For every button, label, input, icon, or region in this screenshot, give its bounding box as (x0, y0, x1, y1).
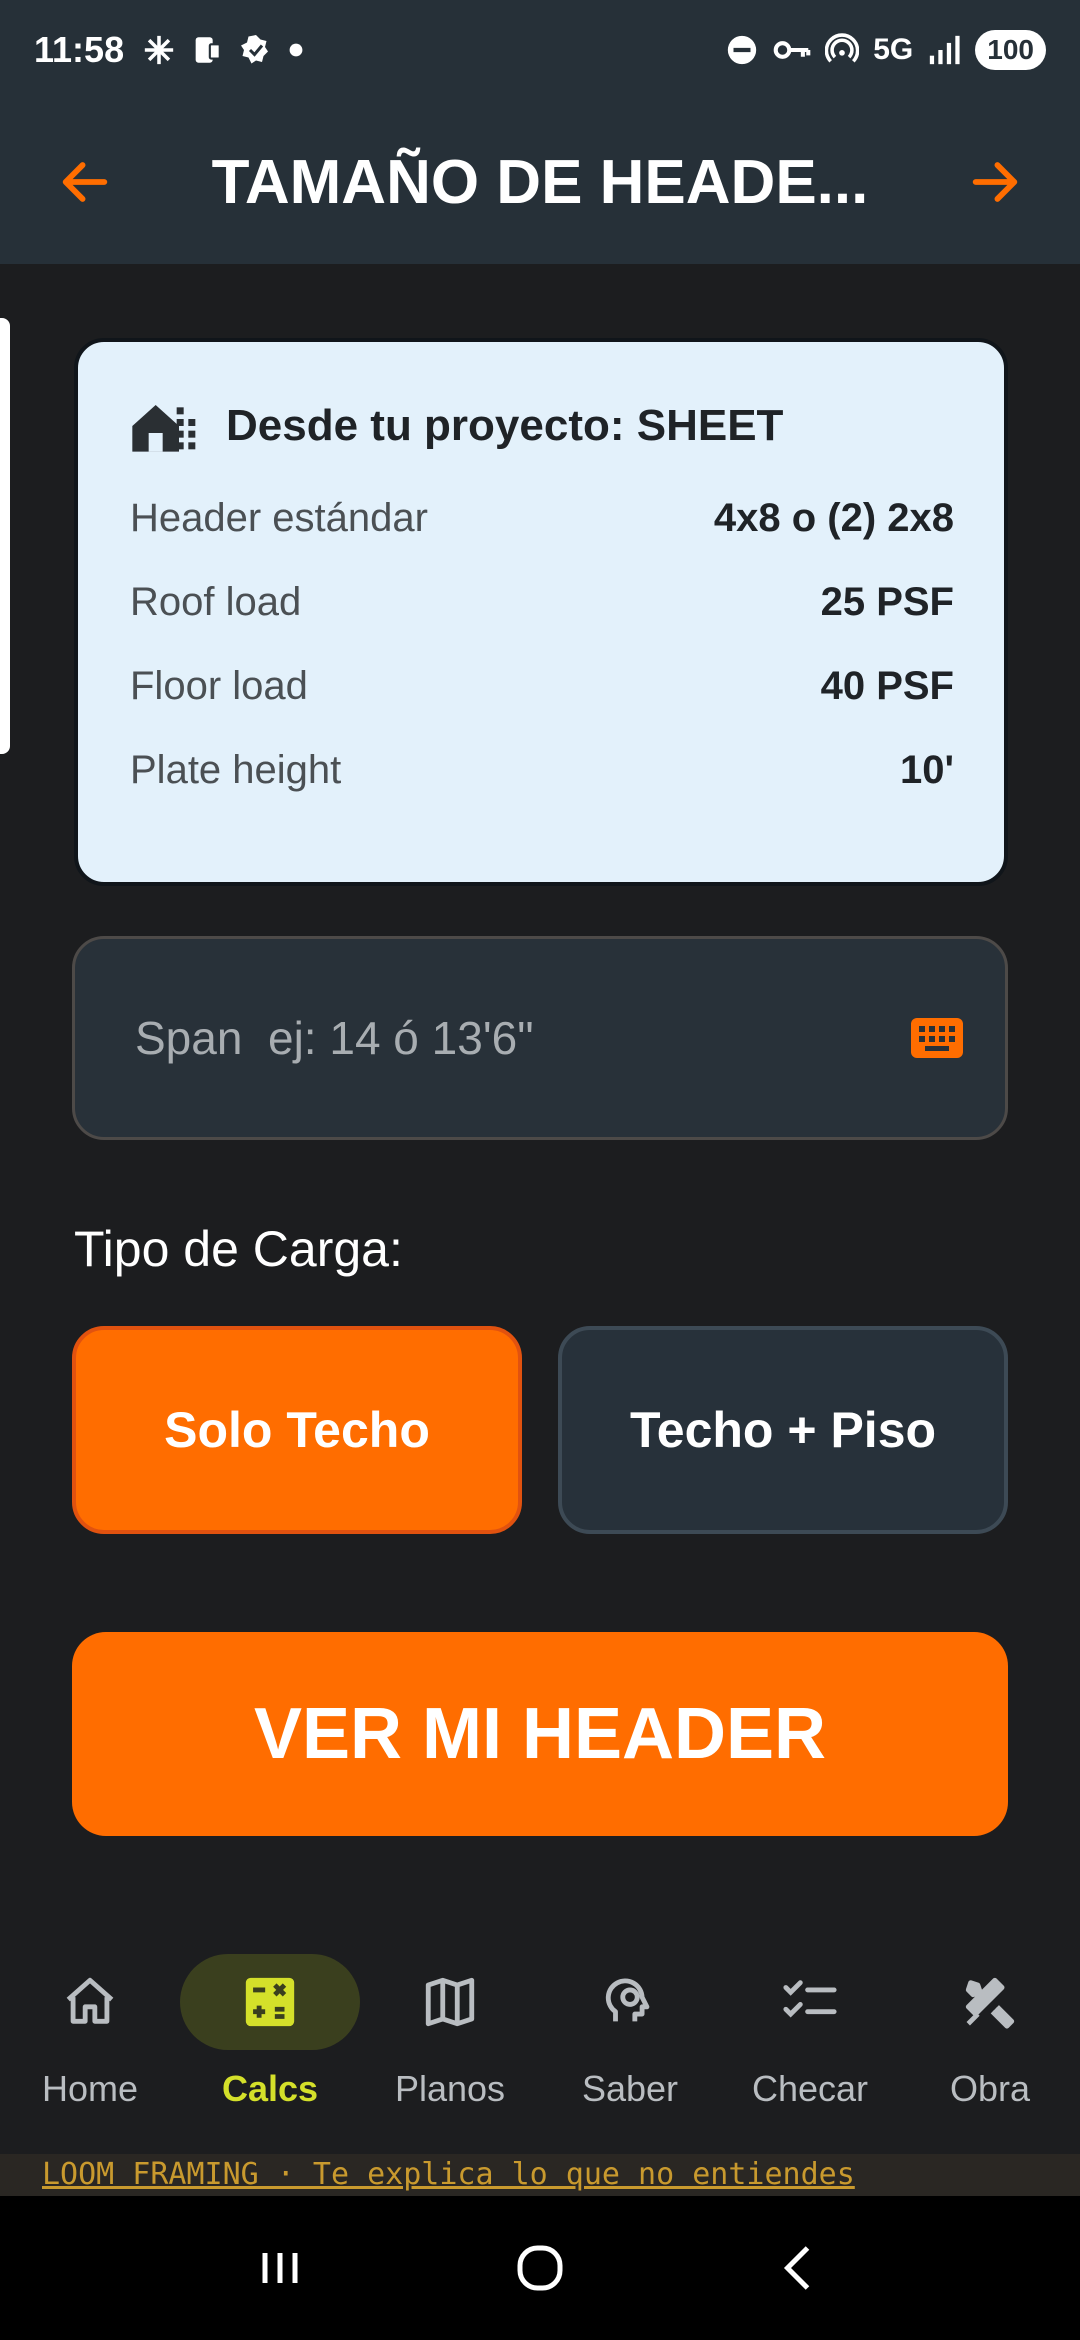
calculator-icon (245, 1977, 295, 2027)
tools-icon (965, 1977, 1015, 2029)
spec-label: Header estándar (130, 495, 428, 540)
page-title: TAMAÑO DE HEADE... (211, 147, 869, 217)
marquee-ticker: LOOM FRAMING · Te explica lo que no enti… (0, 2154, 1080, 2196)
back-chevron-icon[interactable] (770, 2238, 830, 2298)
back-button[interactable] (30, 127, 140, 237)
arrow-left-icon (62, 162, 108, 202)
spec-row: Floor load 40 PSF (130, 644, 954, 728)
nav-item-calcs[interactable]: Calcs (180, 1924, 360, 2154)
spec-value: 4x8 o (2) 2x8 (713, 495, 954, 540)
view-header-label: VER MI HEADER (253, 1694, 827, 1774)
nav-item-planos[interactable]: Planos (360, 1924, 540, 2154)
device-icon (195, 37, 221, 63)
keyboard-icon[interactable] (909, 1016, 965, 1060)
span-input[interactable] (135, 1011, 909, 1065)
status-notification-icons (142, 32, 304, 68)
spec-value: 10' (899, 747, 954, 792)
spec-value: 40 PSF (820, 663, 954, 708)
load-option-label: Solo Techo (164, 1402, 430, 1458)
verified-check-icon (241, 35, 269, 64)
nav-label: Saber (581, 2068, 679, 2109)
side-drawer-handle[interactable] (0, 318, 10, 754)
app-bar: TAMAÑO DE HEADE... (0, 100, 1080, 264)
load-option-label: Techo + Piso (629, 1402, 937, 1458)
project-info-card: Desde tu proyecto: SHEET Header estándar… (74, 338, 1008, 886)
nav-label: Home (41, 2068, 139, 2109)
spec-row: Plate height 10' (130, 728, 954, 812)
hotspot-icon (825, 33, 860, 63)
load-type-label: Tipo de Carga: (74, 1221, 403, 1277)
sparkle-icon (144, 35, 174, 65)
nav-label: Calcs (221, 2068, 319, 2109)
spec-row: Header estándar 4x8 o (2) 2x8 (130, 476, 954, 560)
nav-label: Checar (751, 2068, 869, 2109)
spec-label: Plate height (130, 747, 342, 792)
home-circle-icon[interactable] (510, 2238, 570, 2298)
house-icon (132, 405, 196, 452)
nav-item-home[interactable]: Home (0, 1924, 180, 2154)
card-header: Desde tu proyecto: SHEET (130, 398, 954, 454)
screen: 11:58 5G 100 TAMAÑO DE HEADE... Desde tu… (0, 0, 1080, 2340)
nav-item-saber[interactable]: Saber (540, 1924, 720, 2154)
status-time: 11:58 (34, 29, 125, 70)
recents-icon[interactable] (250, 2238, 310, 2298)
spec-label: Roof load (130, 579, 302, 624)
bottom-nav: Home Calcs Planos Saber Checar Obra (0, 1924, 1080, 2154)
battery-indicator: 100 (975, 30, 1046, 70)
system-nav-bar (0, 2196, 1080, 2340)
map-icon (425, 1977, 475, 2027)
brain-head-icon (605, 1978, 650, 2022)
status-bar: 11:58 5G 100 (0, 0, 1080, 100)
span-input-container[interactable] (72, 936, 1008, 1140)
nav-label: Planos (394, 2068, 506, 2109)
home-icon (66, 1977, 114, 2024)
checklist-icon (783, 1980, 837, 2018)
card-title: Desde tu proyecto: SHEET (226, 401, 784, 450)
signal-icon (930, 35, 960, 65)
nav-item-checar[interactable]: Checar (720, 1924, 900, 2154)
status-system-icons: 5G 100 (725, 30, 1046, 70)
key-icon (773, 41, 811, 59)
load-option-techo-piso[interactable]: Techo + Piso (558, 1326, 1008, 1534)
spec-row: Roof load 25 PSF (130, 560, 954, 644)
nav-label: Obra (949, 2068, 1031, 2109)
spec-value: 25 PSF (820, 579, 954, 624)
view-header-button[interactable]: VER MI HEADER (72, 1632, 1008, 1836)
load-option-solo-techo[interactable]: Solo Techo (72, 1326, 522, 1534)
do-not-disturb-icon (728, 35, 757, 65)
arrow-right-icon (972, 162, 1018, 202)
network-type: 5G (873, 33, 914, 66)
forward-button[interactable] (940, 127, 1050, 237)
spec-label: Floor load (130, 663, 308, 708)
nav-item-obra[interactable]: Obra (900, 1924, 1080, 2154)
dot-icon (289, 43, 303, 57)
